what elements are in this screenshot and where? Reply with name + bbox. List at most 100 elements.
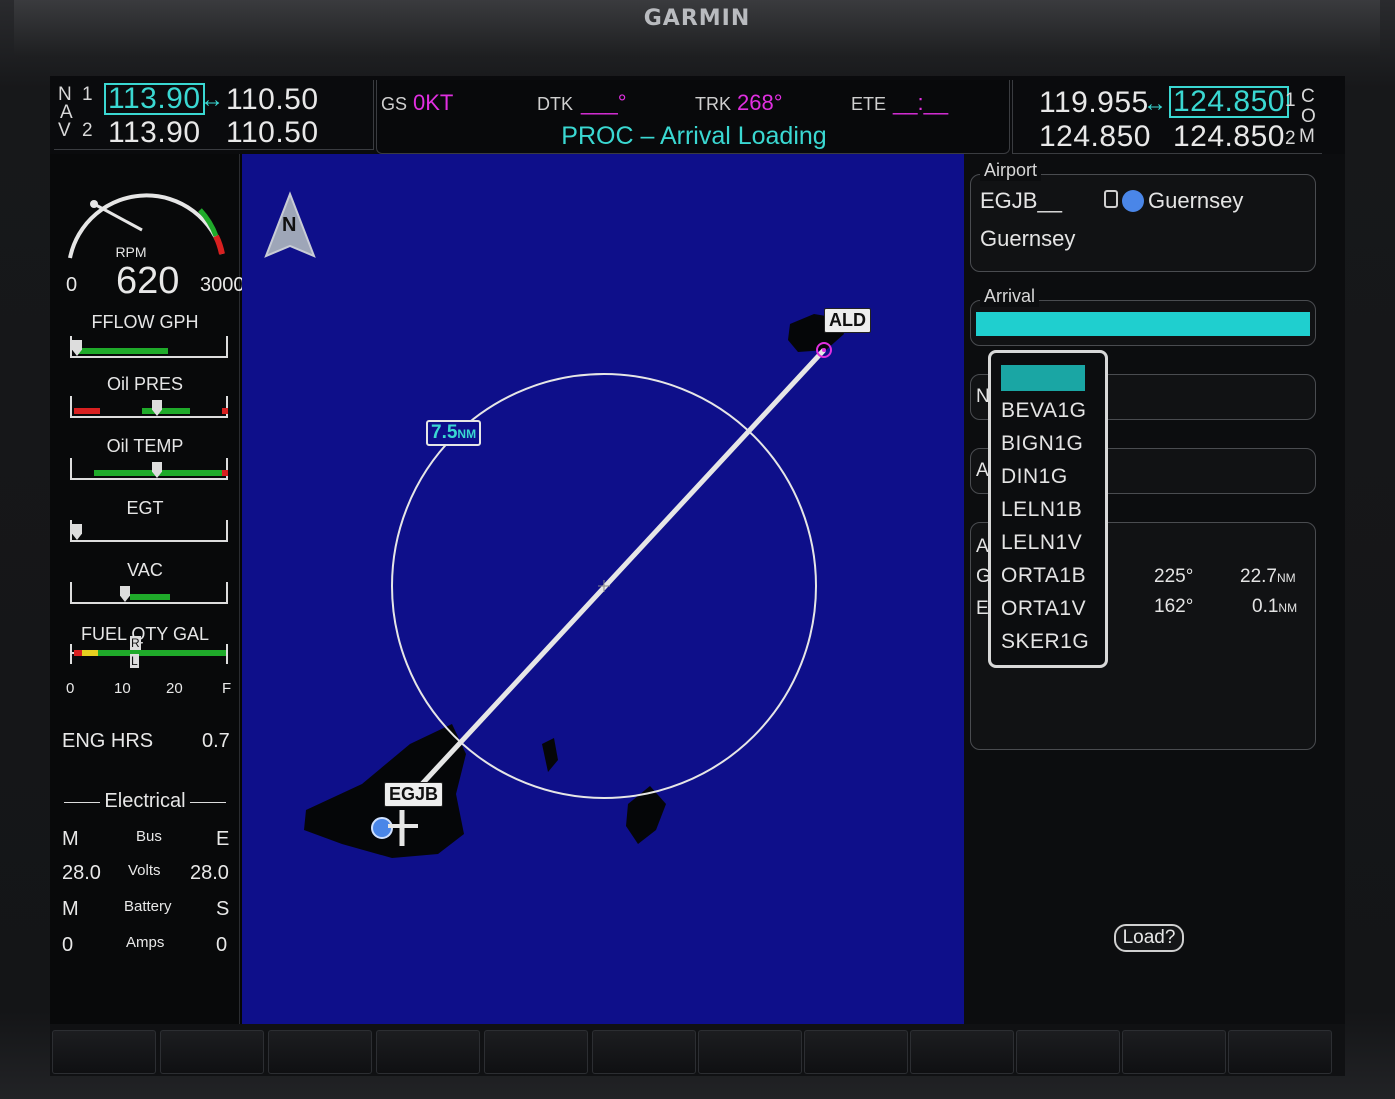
info-label-a: A bbox=[976, 536, 989, 557]
bus-label: Bus bbox=[136, 828, 162, 845]
com-swap-icon[interactable]: ↔ bbox=[1143, 90, 1167, 118]
arrival-option[interactable]: SKER1G bbox=[1001, 630, 1089, 654]
fuel-left-pointer: L bbox=[130, 654, 139, 668]
arrival-option[interactable]: ORTA1B bbox=[1001, 564, 1086, 588]
waypoint-label-ald[interactable]: ALD bbox=[824, 308, 871, 333]
range-ring-label: 7.5NM bbox=[426, 420, 482, 446]
com-label-o: O bbox=[1301, 106, 1316, 127]
fflow-label: FFLOW GPH bbox=[91, 312, 199, 332]
leg2-course: 162° bbox=[1154, 596, 1194, 617]
com1-standby-freq[interactable]: 119.955 bbox=[1039, 86, 1149, 120]
com-label-m: M bbox=[1299, 126, 1315, 147]
arrival-label: Arrival bbox=[980, 286, 1040, 307]
fuel-tick-20: 20 bbox=[166, 680, 183, 697]
com2-standby-freq[interactable]: 124.850 bbox=[1039, 120, 1151, 154]
leg1-distance: 22.7NM bbox=[1240, 566, 1296, 587]
com1-index: 1 bbox=[1285, 90, 1296, 111]
runway-label-partial: A bbox=[976, 460, 989, 481]
softkey-8[interactable] bbox=[804, 1030, 908, 1074]
egt-label: EGT bbox=[126, 498, 164, 518]
com2-active-freq[interactable]: 124.850 bbox=[1173, 120, 1285, 154]
arrival-option[interactable]: BEVA1G bbox=[1001, 399, 1086, 423]
bus-right: E bbox=[216, 828, 230, 850]
softkey-4[interactable] bbox=[376, 1030, 480, 1074]
softkey-11[interactable] bbox=[1122, 1030, 1226, 1074]
egt-gauge bbox=[70, 520, 228, 542]
arrival-select-highlight[interactable] bbox=[976, 312, 1310, 336]
fuel-tick-0: 0 bbox=[66, 680, 75, 697]
nav1-active-freq[interactable]: 113.90 bbox=[104, 83, 205, 115]
arrival-option[interactable]: BIGN1G bbox=[1001, 432, 1083, 456]
electrical-label: Electrical bbox=[50, 790, 240, 813]
info-label-e: E bbox=[976, 598, 989, 619]
fuel-qty-gauge: R L bbox=[70, 636, 228, 668]
gs-value: 0KT bbox=[413, 90, 454, 115]
arrival-option[interactable]: LELN1V bbox=[1001, 531, 1082, 555]
fuel-qty-label: FUEL QTY GAL bbox=[80, 624, 210, 644]
oil-pres-label: Oil PRES bbox=[106, 374, 184, 394]
display-screen: N 1 A V 2 113.90 ↔ 110.50 113.90 110.50 … bbox=[50, 76, 1345, 1076]
softkey-12[interactable] bbox=[1228, 1030, 1332, 1074]
nav2-active-freq[interactable]: 113.90 bbox=[108, 116, 201, 150]
airport-name: Guernsey bbox=[1148, 188, 1244, 213]
ete-value: __:__ bbox=[893, 90, 949, 115]
airport-ident[interactable]: EGJB__ bbox=[980, 188, 1062, 214]
battery-label: Battery bbox=[124, 898, 172, 915]
leg2-distance: 0.1NM bbox=[1252, 596, 1298, 617]
airport-symbol-icon bbox=[1122, 190, 1144, 212]
fuel-tick-10: 10 bbox=[114, 680, 131, 697]
nav1-standby-freq[interactable]: 110.50 bbox=[226, 83, 319, 117]
nav2-index: 2 bbox=[82, 120, 93, 141]
softkey-10[interactable] bbox=[1016, 1030, 1120, 1074]
com2-index: 2 bbox=[1285, 128, 1296, 149]
arrival-option[interactable]: ORTA1V bbox=[1001, 597, 1086, 621]
com-frequency-box: 119.955 ↔ 124.850 124.850 124.850 1 C O … bbox=[1012, 80, 1322, 154]
oil-temp-label: Oil TEMP bbox=[106, 436, 184, 456]
arrival-option[interactable]: LELN1B bbox=[1001, 498, 1082, 522]
volts-label: Volts bbox=[128, 862, 161, 879]
garmin-logo: GARMIN bbox=[643, 6, 751, 31]
fflow-gauge bbox=[70, 336, 228, 358]
eng-hrs-label: ENG HRS bbox=[62, 730, 154, 752]
map-graphics bbox=[264, 191, 844, 858]
data-bar: GS 0KT DTK ___° TRK 268° ETE __:__ PROC … bbox=[376, 80, 1010, 154]
amps-right: 0 bbox=[216, 934, 228, 956]
softkey-9[interactable] bbox=[910, 1030, 1014, 1074]
herm-island-icon bbox=[542, 738, 558, 772]
waypoint-label-egjb[interactable]: EGJB bbox=[384, 782, 444, 807]
volts-right: 28.0 bbox=[190, 862, 229, 884]
top-bar: N 1 A V 2 113.90 ↔ 110.50 113.90 110.50 … bbox=[50, 76, 1345, 154]
nav-label-v: V bbox=[58, 120, 71, 141]
com1-active-freq[interactable]: 124.850 bbox=[1169, 86, 1289, 118]
volts-left: 28.0 bbox=[62, 862, 101, 884]
amps-label: Amps bbox=[126, 934, 165, 951]
nav-swap-icon[interactable]: ↔ bbox=[200, 86, 224, 114]
softkey-6[interactable] bbox=[592, 1030, 696, 1074]
north-label: N bbox=[282, 214, 297, 236]
status-message: PROC – Arrival Loading bbox=[561, 122, 827, 150]
oil-temp-gauge bbox=[70, 458, 228, 480]
vac-gauge bbox=[70, 582, 228, 604]
arrival-option-selected[interactable] bbox=[1001, 365, 1085, 391]
softkey-1[interactable] bbox=[52, 1030, 156, 1074]
softkey-3[interactable] bbox=[268, 1030, 372, 1074]
engine-panel: RPM 0 620 3000 FFLOW GPH Oil PRES Oil TE… bbox=[50, 154, 245, 1076]
softkey-7[interactable] bbox=[698, 1030, 802, 1074]
nav-frequency-box: N 1 A V 2 113.90 ↔ 110.50 113.90 110.50 bbox=[54, 80, 374, 150]
dtk-value: ___° bbox=[581, 90, 627, 115]
bus-left: M bbox=[62, 828, 79, 850]
load-button[interactable]: Load? bbox=[1114, 924, 1184, 952]
softkey-2[interactable] bbox=[160, 1030, 264, 1074]
trk-label: TRK bbox=[695, 94, 731, 114]
softkey-5[interactable] bbox=[484, 1030, 588, 1074]
rpm-min: 0 bbox=[66, 274, 78, 296]
trk-value: 268° bbox=[737, 90, 783, 115]
route-line bbox=[420, 348, 826, 786]
leg1-course: 225° bbox=[1154, 566, 1194, 587]
rpm-value: 620 bbox=[116, 260, 180, 302]
arrival-option[interactable]: DIN1G bbox=[1001, 465, 1068, 489]
battery-left: M bbox=[62, 898, 79, 920]
nav2-standby-freq[interactable]: 110.50 bbox=[226, 116, 319, 150]
arrival-dropdown[interactable]: BEVA1G BIGN1G DIN1G LELN1B LELN1V ORTA1B… bbox=[988, 350, 1108, 668]
moving-map[interactable]: N ALD EGJB 7.5NM bbox=[242, 154, 964, 1076]
